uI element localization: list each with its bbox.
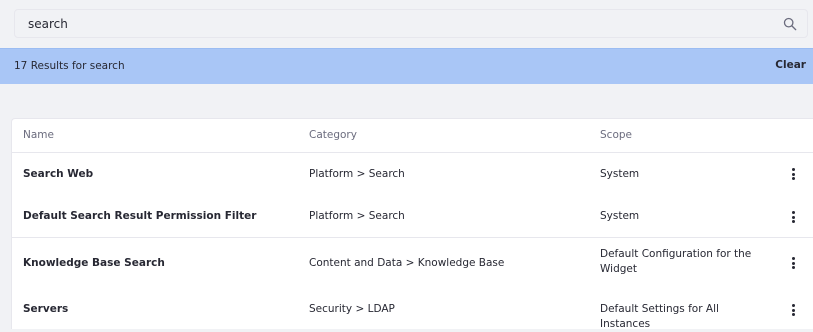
column-header-scope[interactable]: Scope — [600, 128, 770, 143]
row-category: Security > LDAP — [309, 303, 395, 315]
column-header-category[interactable]: Category — [309, 128, 357, 143]
row-name[interactable]: Search Web — [23, 167, 93, 182]
row-scope: System — [600, 168, 640, 180]
table-row[interactable]: Servers Security > LDAP Default Settings… — [12, 288, 813, 330]
ellipsis-vertical-icon[interactable] — [790, 256, 798, 270]
table-row[interactable]: Search Web Platform > Search System — [12, 153, 813, 195]
ellipsis-vertical-icon[interactable] — [790, 210, 798, 224]
search-icon[interactable] — [783, 17, 797, 31]
search-bar — [14, 9, 808, 38]
row-name[interactable]: Default Search Result Permission Filter — [23, 209, 256, 224]
table-row[interactable]: Knowledge Base Search Content and Data >… — [12, 238, 813, 288]
row-name[interactable]: Servers — [23, 302, 68, 317]
row-category: Content and Data > Knowledge Base — [309, 257, 505, 269]
ellipsis-vertical-icon[interactable] — [790, 303, 798, 317]
results-bar: 17 Results for search Clear — [0, 48, 813, 84]
ellipsis-vertical-icon[interactable] — [790, 167, 798, 181]
clear-button[interactable]: Clear — [775, 59, 806, 71]
row-category: Platform > Search — [309, 168, 405, 180]
table-row[interactable]: Default Search Result Permission Filter … — [12, 195, 813, 237]
row-category: Platform > Search — [309, 210, 405, 222]
search-input[interactable] — [15, 10, 807, 37]
table-header: Name Category Scope — [12, 119, 813, 153]
row-name[interactable]: Knowledge Base Search — [23, 256, 165, 271]
row-scope: Default Settings for All Instances — [600, 303, 719, 330]
row-scope: Default Configuration for the Widget — [600, 248, 752, 275]
results-table: Name Category Scope Search Web Platform … — [11, 118, 813, 330]
row-scope: System — [600, 210, 640, 222]
column-header-name[interactable]: Name — [23, 128, 54, 143]
results-count-text: 17 Results for search — [14, 60, 125, 72]
